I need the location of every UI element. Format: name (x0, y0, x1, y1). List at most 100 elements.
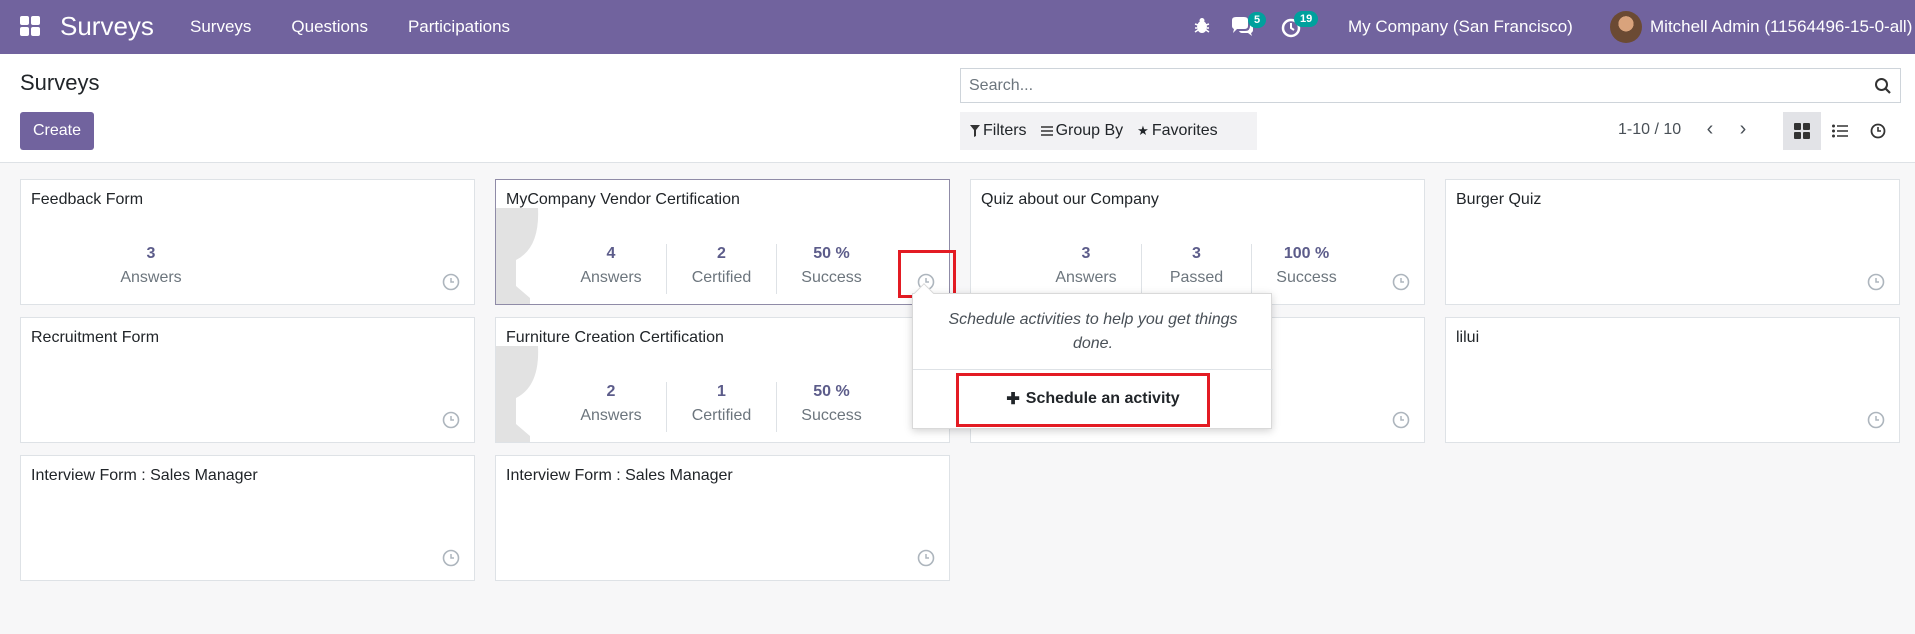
filters-label: Filters (983, 122, 1027, 139)
stat-certified[interactable]: 1 Certified (666, 382, 776, 432)
stat-value: 4 (606, 245, 616, 262)
search-box (960, 68, 1901, 103)
list-view-button[interactable] (1821, 112, 1859, 150)
stat-success[interactable]: 50 % Success (776, 244, 886, 294)
app-brand[interactable]: Surveys (60, 11, 154, 42)
card-stats: 3 Answers 3 Passed 100 % Success (1031, 244, 1361, 294)
activity-clock-icon[interactable] (917, 549, 935, 567)
activity-clock-icon[interactable] (442, 411, 460, 429)
card-title: Quiz about our Company (981, 191, 1159, 208)
view-switcher (1783, 112, 1897, 150)
user-avatar[interactable] (1610, 11, 1642, 43)
activity-clock-icon[interactable] (1867, 273, 1885, 291)
stat-value: 3 (146, 245, 156, 262)
favorites-label: Favorites (1151, 122, 1218, 139)
stat-label: Answers (580, 407, 642, 424)
stat-certified[interactable]: 2 Certified (666, 244, 776, 294)
stat-value: 50 % (813, 383, 850, 400)
stat-label: Passed (1169, 269, 1224, 286)
card-title: Burger Quiz (1456, 191, 1542, 208)
survey-card-lilui[interactable]: lilui (1445, 317, 1900, 443)
search-icon[interactable] (1874, 77, 1892, 95)
user-menu[interactable]: Mitchell Admin (11564496-15-0-all) (1650, 17, 1912, 37)
survey-card-vendor-certification[interactable]: MyCompany Vendor Certification 4 Answers… (495, 179, 950, 305)
activities-count-badge: 19 (1294, 11, 1319, 27)
survey-card-burger-quiz[interactable]: Burger Quiz (1445, 179, 1900, 305)
menu-item-questions[interactable]: Questions (291, 17, 368, 37)
stat-answers[interactable]: 4 Answers (556, 244, 666, 294)
card-title: Recruitment Form (31, 329, 160, 346)
stat-label: Success (801, 269, 862, 286)
favorites-dropdown[interactable]: ★ Favorites (1137, 122, 1217, 140)
card-stats: 2 Answers 1 Certified 50 % Success (556, 382, 886, 432)
clock-icon (1870, 123, 1886, 139)
card-title: lilui (1456, 329, 1480, 346)
popover-message: Schedule activities to help you get thin… (948, 311, 1238, 352)
survey-card-interview-sales-manager-2[interactable]: Interview Form : Sales Manager (495, 455, 950, 581)
stat-value: 2 (606, 383, 616, 400)
survey-card-recruitment-form[interactable]: Recruitment Form (20, 317, 475, 443)
stat-value: 100 % (1283, 245, 1330, 262)
activity-clock-icon[interactable] (442, 273, 460, 291)
survey-card-furniture-certification[interactable]: Furniture Creation Certification 2 Answe… (495, 317, 950, 443)
kanban-view-button[interactable] (1783, 112, 1821, 150)
control-panel: Surveys Create Filters Group By ★ Favori… (0, 54, 1915, 163)
card-title: Furniture Creation Certification (506, 329, 724, 346)
stat-label: Answers (580, 269, 642, 286)
activity-clock-icon[interactable] (442, 549, 460, 567)
survey-card-interview-sales-manager[interactable]: Interview Form : Sales Manager (20, 455, 475, 581)
group-by-bars-icon (1040, 126, 1053, 136)
certification-trophy-icon (496, 346, 539, 442)
stat-label: Certified (691, 407, 752, 424)
list-icon (1832, 124, 1848, 138)
debug-bug-icon[interactable] (1192, 16, 1212, 36)
activity-view-button[interactable] (1859, 112, 1897, 150)
activity-clock-icon[interactable] (1867, 411, 1885, 429)
search-input[interactable] (969, 75, 1849, 97)
apps-menu-icon[interactable] (20, 16, 40, 36)
schedule-button-highlight (956, 373, 1210, 427)
group-by-dropdown[interactable]: Group By (1040, 122, 1123, 140)
stat-answers[interactable]: 2 Answers (556, 382, 666, 432)
filters-dropdown[interactable]: Filters (970, 122, 1027, 140)
stat-success[interactable]: 50 % Success (776, 382, 886, 432)
page-title: Surveys (20, 70, 100, 95)
company-switcher[interactable]: My Company (San Francisco) (1348, 17, 1573, 37)
survey-card-quiz-company[interactable]: Quiz about our Company 3 Answers 3 Passe… (970, 179, 1425, 305)
menu-item-surveys[interactable]: Surveys (190, 17, 251, 37)
card-title: Interview Form : Sales Manager (31, 467, 258, 484)
top-navbar: Surveys Surveys Questions Participations… (0, 0, 1915, 54)
popover-divider (913, 369, 1273, 370)
certification-trophy-icon (496, 208, 539, 304)
activity-clock-icon[interactable] (1392, 411, 1410, 429)
stat-answers[interactable]: 3 Answers (1031, 244, 1141, 294)
pager-value[interactable]: 1-10 / 10 (1618, 121, 1681, 139)
stat-label: Success (1276, 269, 1337, 286)
card-title: Interview Form : Sales Manager (506, 467, 733, 484)
stat-value: 3 (1081, 245, 1091, 262)
messages-count-badge: 5 (1248, 12, 1267, 28)
stat-value: 50 % (813, 245, 850, 262)
stat-success[interactable]: 100 % Success (1251, 244, 1361, 294)
kanban-grid-icon (1794, 123, 1810, 139)
search-options-bar: Filters Group By ★ Favorites (960, 112, 1257, 150)
menu-item-participations[interactable]: Participations (408, 17, 510, 37)
stat-label: Answers (120, 269, 182, 286)
card-stats: 3 Answers (96, 244, 206, 294)
stat-value: 2 (717, 245, 726, 262)
stat-label: Certified (691, 269, 752, 286)
filter-funnel-icon (970, 125, 980, 137)
stat-label: Answers (1055, 269, 1117, 286)
chevron-right-icon[interactable]: › (1733, 118, 1753, 140)
stat-answers[interactable]: 3 Answers (96, 244, 206, 294)
card-title: Feedback Form (31, 191, 144, 208)
star-icon: ★ (1137, 123, 1149, 138)
create-button[interactable]: Create (20, 112, 94, 150)
card-title: MyCompany Vendor Certification (506, 191, 740, 208)
main-menu: Surveys Questions Participations (190, 17, 510, 37)
activity-clock-icon[interactable] (1392, 273, 1410, 291)
chevron-left-icon[interactable]: ‹ (1700, 118, 1720, 140)
stat-passed[interactable]: 3 Passed (1141, 244, 1251, 294)
stat-label: Success (801, 407, 862, 424)
survey-card-feedback-form[interactable]: Feedback Form 3 Answers (20, 179, 475, 305)
